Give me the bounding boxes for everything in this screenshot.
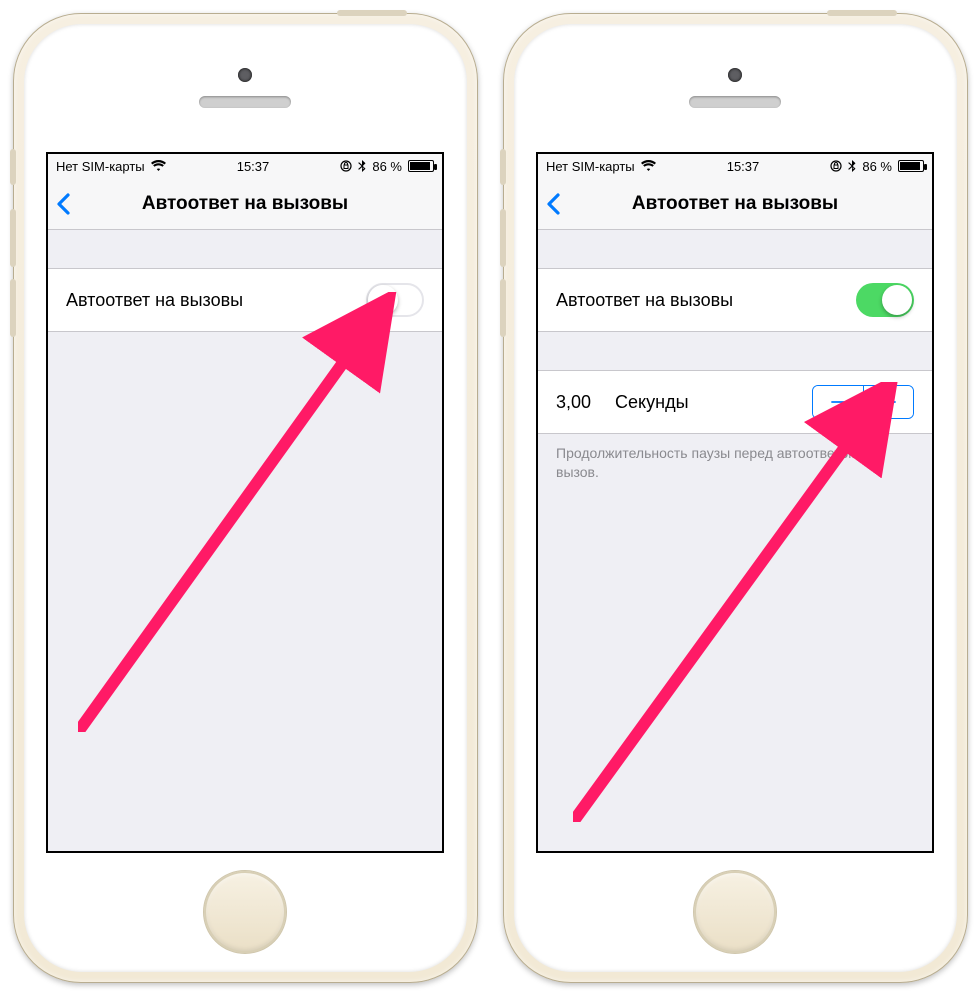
- page-title: Автоответ на вызовы: [142, 193, 348, 215]
- page-title: Автоответ на вызовы: [632, 193, 838, 215]
- home-button[interactable]: [693, 870, 777, 954]
- seconds-value: 3,00: [556, 392, 591, 413]
- back-button[interactable]: [56, 178, 72, 229]
- volume-up-button: [10, 209, 16, 267]
- power-button: [827, 10, 897, 16]
- front-camera: [238, 68, 252, 82]
- carrier-label: Нет SIM-карты: [546, 159, 635, 174]
- phone-top-bezel: [514, 24, 957, 153]
- seconds-stepper: [812, 385, 914, 419]
- toggle-knob: [368, 285, 398, 315]
- minus-icon: [829, 393, 847, 411]
- home-button[interactable]: [203, 870, 287, 954]
- power-button: [337, 10, 407, 16]
- earpiece-speaker: [199, 96, 291, 108]
- stepper-minus-button[interactable]: [813, 386, 863, 418]
- status-time: 15:37: [727, 159, 760, 174]
- auto-answer-toggle-row[interactable]: Автоответ на вызовы: [538, 268, 932, 332]
- battery-icon: [898, 160, 924, 172]
- battery-icon: [408, 160, 434, 172]
- wifi-icon: [151, 160, 166, 172]
- earpiece-speaker: [689, 96, 781, 108]
- auto-answer-toggle[interactable]: [366, 283, 424, 317]
- status-time: 15:37: [237, 159, 270, 174]
- phone-top-bezel: [24, 24, 467, 153]
- toggle-label: Автоответ на вызовы: [556, 290, 733, 311]
- front-camera: [728, 68, 742, 82]
- battery-percentage: 86 %: [372, 159, 402, 174]
- seconds-stepper-row: 3,00 Секунды: [538, 370, 932, 434]
- mute-switch: [500, 149, 506, 185]
- toggle-knob: [882, 285, 912, 315]
- plus-icon: [880, 393, 898, 411]
- status-bar: Нет SIM-карты 15:37 86 %: [48, 154, 442, 178]
- auto-answer-toggle-row[interactable]: Автоответ на вызовы: [48, 268, 442, 332]
- nav-bar: Автоответ на вызовы: [48, 178, 442, 230]
- screen-right: Нет SIM-карты 15:37 86 %: [536, 152, 934, 852]
- volume-up-button: [500, 209, 506, 267]
- battery-percentage: 86 %: [862, 159, 892, 174]
- wifi-icon: [641, 160, 656, 172]
- orientation-lock-icon: [340, 160, 352, 172]
- iphone-left: Нет SIM-карты 15:37 86 %: [13, 13, 478, 983]
- nav-bar: Автоответ на вызовы: [538, 178, 932, 230]
- bluetooth-icon: [848, 160, 856, 173]
- bluetooth-icon: [358, 160, 366, 173]
- iphone-right: Нет SIM-карты 15:37 86 %: [503, 13, 968, 983]
- orientation-lock-icon: [830, 160, 842, 172]
- seconds-unit: Секунды: [615, 392, 688, 413]
- volume-down-button: [500, 279, 506, 337]
- mute-switch: [10, 149, 16, 185]
- carrier-label: Нет SIM-карты: [56, 159, 145, 174]
- auto-answer-toggle[interactable]: [856, 283, 914, 317]
- toggle-label: Автоответ на вызовы: [66, 290, 243, 311]
- annotation-arrow: [78, 292, 408, 732]
- screen-left: Нет SIM-карты 15:37 86 %: [46, 152, 444, 852]
- back-button[interactable]: [546, 178, 562, 229]
- status-bar: Нет SIM-карты 15:37 86 %: [538, 154, 932, 178]
- footer-description: Продолжительность паузы перед автоответо…: [538, 434, 932, 492]
- stepper-plus-button[interactable]: [863, 386, 913, 418]
- volume-down-button: [10, 279, 16, 337]
